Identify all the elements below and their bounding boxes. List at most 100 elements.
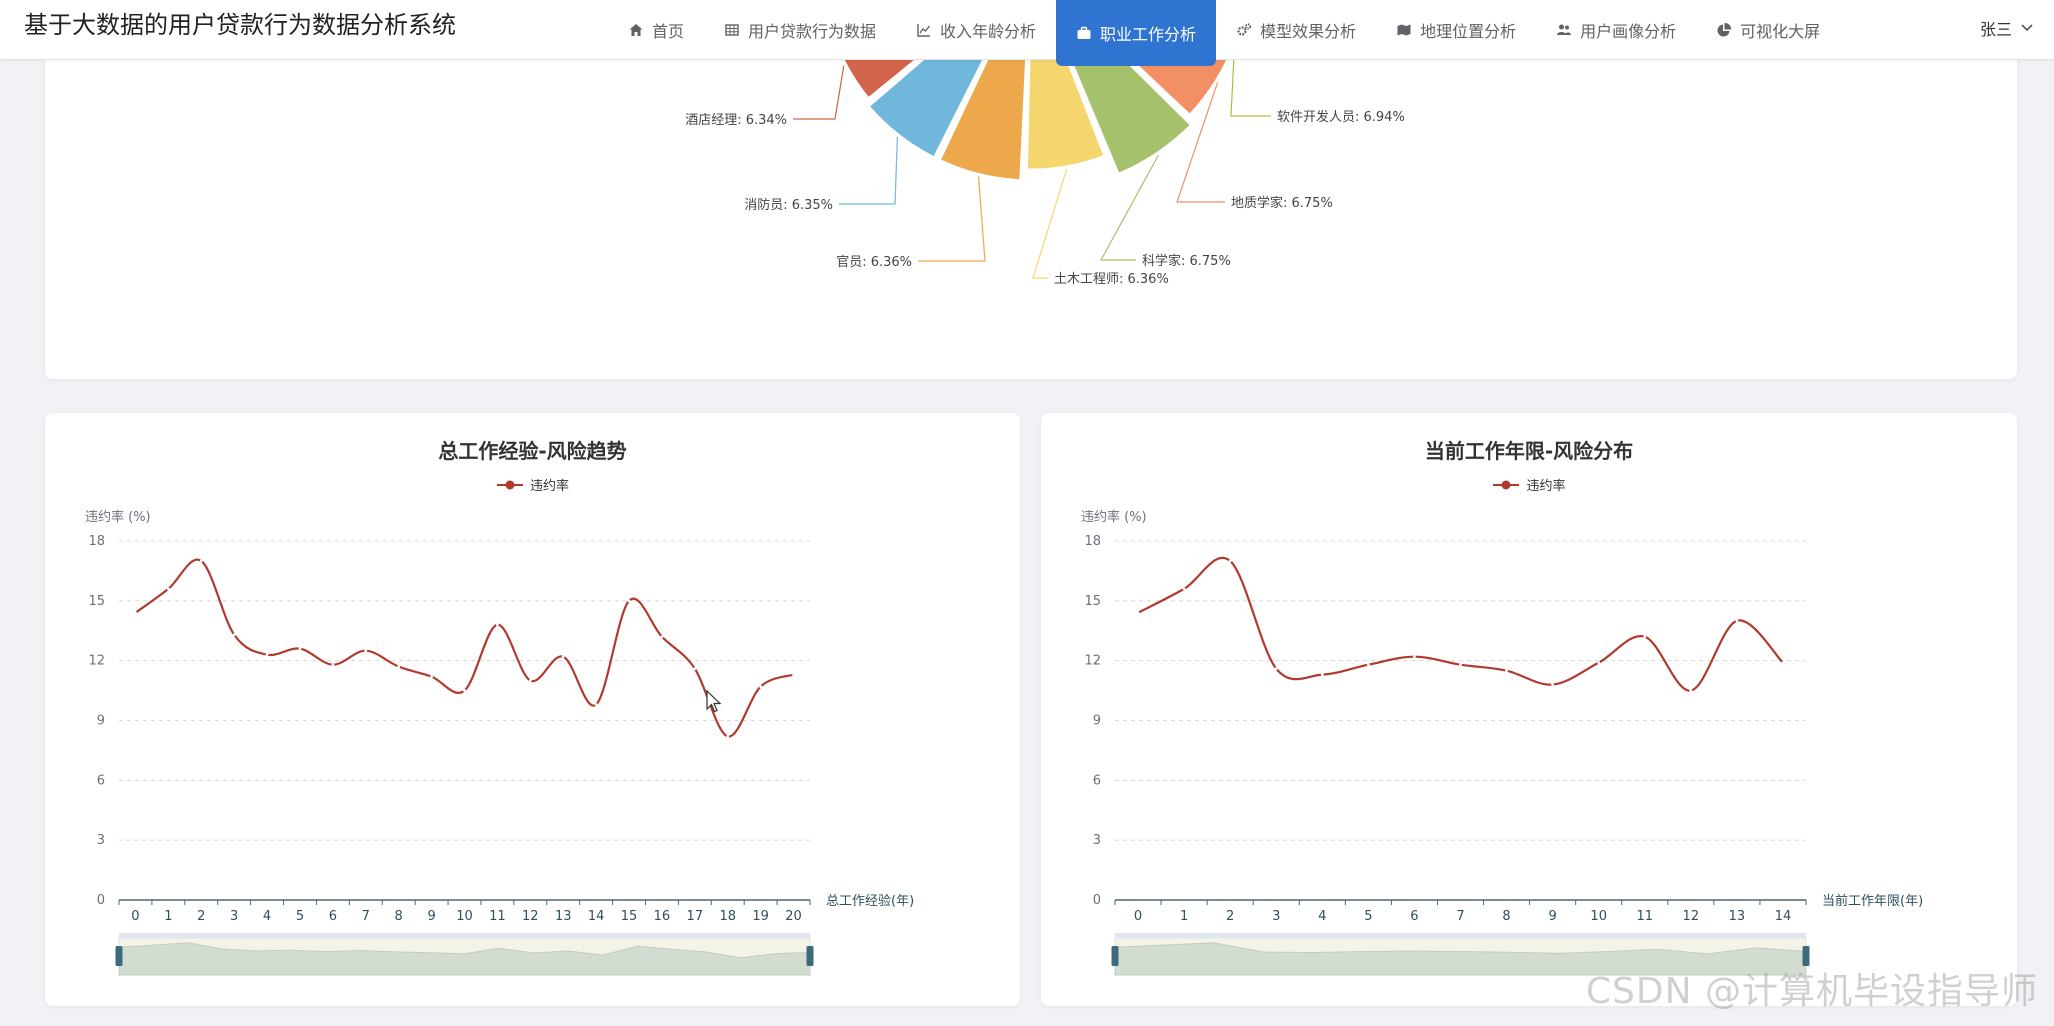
- nav-item-income-age[interactable]: 收入年龄分析: [896, 0, 1056, 60]
- datazoom-handle[interactable]: [806, 946, 814, 966]
- nav-item-portrait[interactable]: 用户画像分析: [1536, 0, 1696, 60]
- nav-item-loan-data[interactable]: 用户贷款行为数据: [704, 0, 896, 60]
- nav-label: 可视化大屏: [1740, 22, 1821, 41]
- data-point: [792, 673, 795, 677]
- x-tick-label: 20: [785, 909, 802, 924]
- data-point: [1366, 663, 1370, 667]
- users-icon: [1556, 22, 1572, 38]
- data-point: [364, 649, 368, 653]
- data-point: [1459, 663, 1462, 667]
- data-point: [199, 559, 203, 563]
- data-point: [298, 647, 302, 651]
- y-tick-label: 0: [97, 893, 105, 908]
- y-tick-label: 15: [88, 594, 105, 609]
- pie-label: 科学家: 6.75%: [1142, 253, 1231, 269]
- y-tick-label: 15: [1084, 594, 1101, 609]
- pie-label: 官员: 6.36%: [836, 254, 912, 270]
- nav-item-home[interactable]: 首页: [608, 0, 704, 60]
- data-point: [1505, 669, 1508, 673]
- nav-label: 首页: [652, 22, 685, 41]
- data-point: [1136, 611, 1140, 615]
- data-point: [331, 663, 335, 667]
- top-header: 基于大数据的用户贷款行为数据分析系统 首页 用户贷款行为数据 收入年龄分析 职业…: [0, 0, 2054, 66]
- data-point: [1643, 635, 1647, 639]
- data-point: [265, 653, 269, 657]
- data-point: [528, 679, 532, 683]
- x-tick-label: 13: [1729, 909, 1746, 924]
- y-tick-label: 3: [97, 833, 105, 848]
- data-point: [1182, 587, 1186, 591]
- y-axis-label: 违约率 (%): [85, 509, 151, 525]
- x-tick-label: 8: [395, 909, 403, 924]
- y-tick-label: 18: [88, 534, 105, 549]
- user-name: 张三: [1979, 20, 2012, 39]
- data-point: [1228, 559, 1232, 563]
- data-point: [759, 685, 763, 688]
- y-tick-label: 6: [97, 773, 105, 788]
- current-tenure-line-chart: 违约率 (%)03691215180 1 2 3 4 5 6 7 8 9 10 11 12 13 14当前工…: [1081, 509, 1923, 976]
- data-point: [1551, 683, 1555, 686]
- data-point: [166, 587, 170, 591]
- data-point: [561, 655, 565, 659]
- y-tick-label: 0: [1093, 893, 1101, 908]
- pie-label: 酒店经理: 6.34%: [685, 113, 787, 128]
- series-line: [134, 558, 794, 738]
- data-point: [627, 599, 631, 603]
- nav-label: 模型效果分析: [1260, 22, 1357, 41]
- y-tick-label: 18: [1084, 534, 1101, 549]
- x-tick-label: 4: [263, 909, 271, 924]
- x-tick-label: 12: [522, 909, 539, 924]
- x-tick-label: 7: [362, 909, 370, 924]
- data-point: [134, 611, 137, 615]
- nav-item-model[interactable]: 模型效果分析: [1216, 0, 1376, 60]
- data-point: [594, 703, 598, 706]
- data-point: [660, 635, 664, 639]
- nav-label: 地理位置分析: [1420, 22, 1517, 41]
- pie-label-line: [793, 65, 845, 120]
- nav-item-dashboard[interactable]: 可视化大屏: [1696, 0, 1840, 60]
- data-point: [1320, 673, 1324, 677]
- pie-label-line: [1032, 168, 1068, 279]
- y-tick-label: 3: [1093, 833, 1101, 848]
- y-tick-label: 9: [97, 714, 105, 729]
- x-axis-label: 总工作经验(年): [826, 893, 914, 909]
- y-tick-label: 6: [1093, 773, 1101, 788]
- total-experience-chart-card: 总工作经验-风险趋势 违约率 违约率 (%) 0 3 6 9 12 15 18 0 1 2 3 4 5 6 7…: [45, 413, 1020, 1006]
- x-tick-label: 12: [1683, 909, 1700, 924]
- user-menu[interactable]: 张三: [1980, 16, 2034, 40]
- y-axis-label: 违约率 (%): [1081, 509, 1147, 525]
- datazoom-handle[interactable]: [115, 946, 123, 966]
- x-tick-label: 16: [654, 909, 671, 924]
- occupation-pie-card: 酒店经理: 6.34% 消防员: 6.35% 官员: 6.36% 土木工程师: 6.3…: [45, 30, 2017, 379]
- x-tick-label: 14: [1775, 909, 1792, 924]
- data-point: [726, 735, 730, 738]
- x-axis-label: 当前工作年限(年): [1822, 893, 1923, 909]
- data-point: [463, 689, 466, 692]
- x-tick-label: 8: [1502, 909, 1510, 924]
- datazoom-handle[interactable]: [1111, 946, 1119, 966]
- x-tick-label: 4: [1318, 909, 1326, 924]
- x-tick-label: 14: [588, 909, 605, 924]
- datazoom-bar: [119, 933, 810, 938]
- x-tick-label: 2: [197, 909, 205, 924]
- x-tick-label: 9: [1548, 909, 1556, 924]
- x-tick-label: 15: [621, 909, 638, 924]
- current-tenure-chart-card: 当前工作年限-风险分布 违约率 违约率 (%) 0 3 6 9 12 15 18 0 1 2 3 4 5 6…: [1041, 413, 2017, 1006]
- x-tick-label: 13: [555, 909, 572, 924]
- x-tick-label: 3: [230, 909, 238, 924]
- nav-item-geo[interactable]: 地理位置分析: [1376, 0, 1536, 60]
- map-icon: [1396, 22, 1412, 38]
- pie-label-line: [918, 176, 986, 262]
- data-point: [1597, 661, 1601, 665]
- data-point: [232, 633, 236, 637]
- data-point: [430, 675, 433, 679]
- total-experience-line-chart: 违约率 (%)03691215180 1 2 3 4 5 6 7 8 9 10 11 12 13 14 15 1…: [85, 509, 914, 976]
- data-point: [693, 667, 697, 671]
- data-point: [1781, 661, 1785, 665]
- x-tick-label: 5: [1364, 909, 1372, 924]
- nav-label: 用户画像分析: [1580, 22, 1677, 41]
- datazoom-bar: [1115, 933, 1806, 938]
- nav-item-occupation[interactable]: 职业工作分析: [1056, 0, 1217, 66]
- occupation-rose-chart: 酒店经理: 6.34% 消防员: 6.35% 官员: 6.36% 土木工程师: 6.3…: [685, 30, 1405, 287]
- data-point: [1735, 619, 1739, 623]
